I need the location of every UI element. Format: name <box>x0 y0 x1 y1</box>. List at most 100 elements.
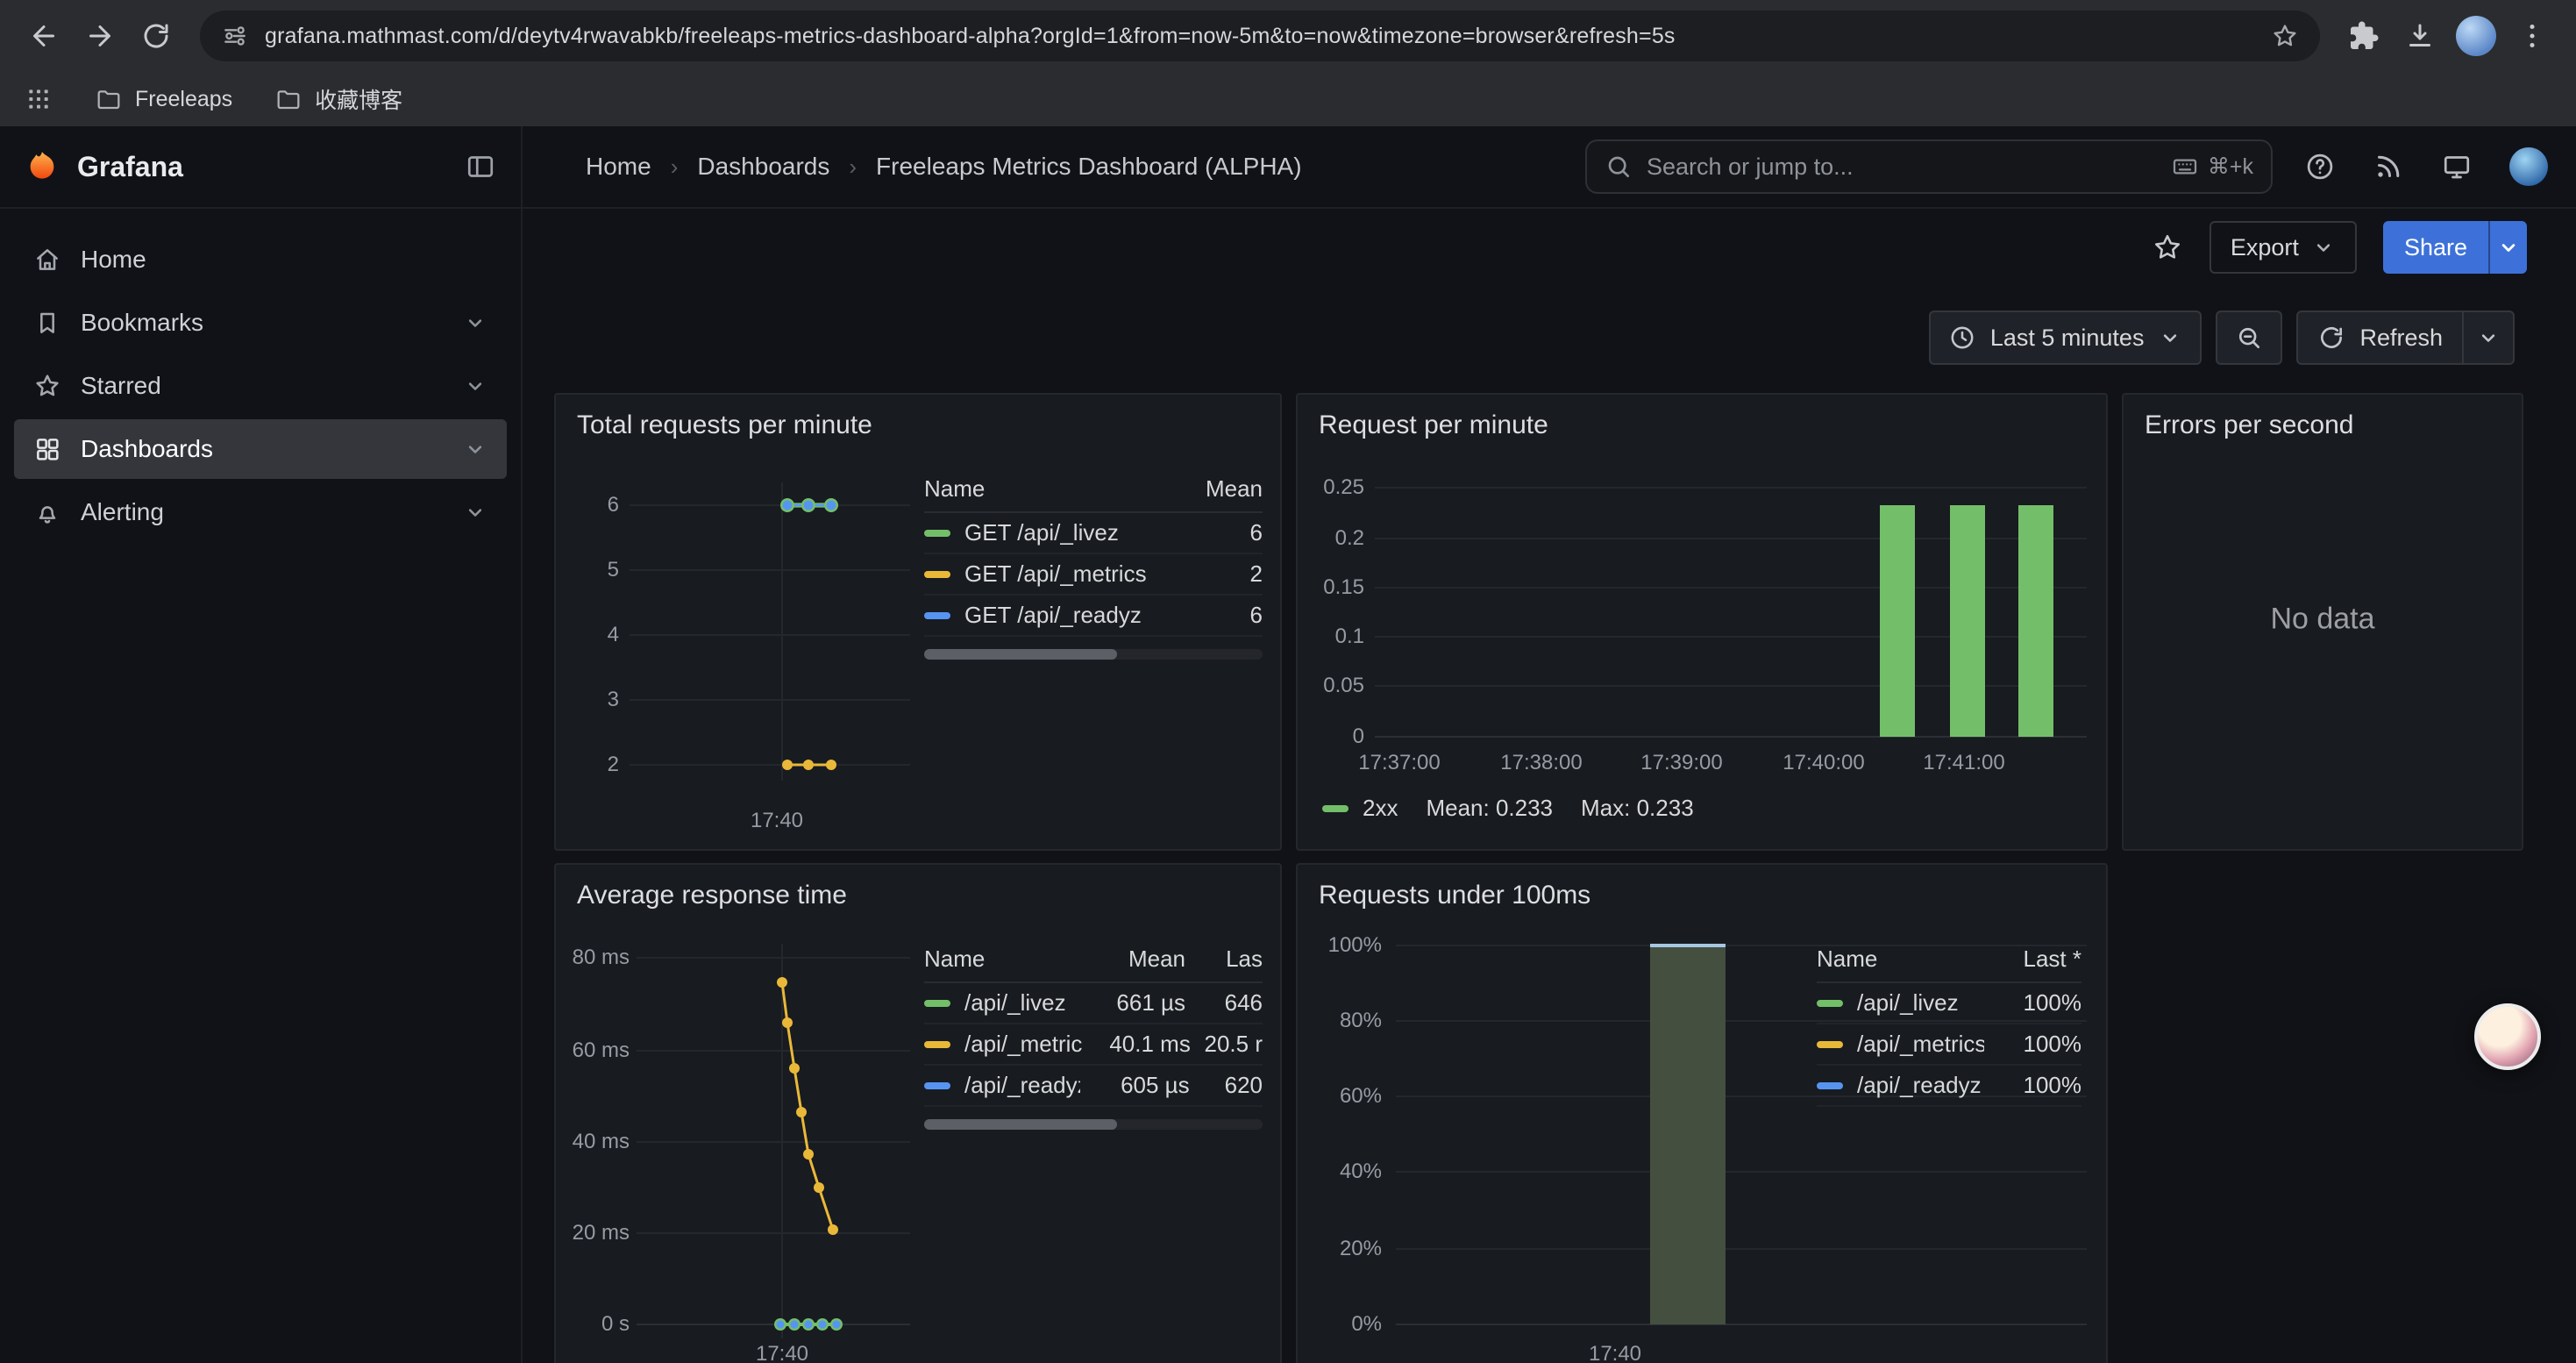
legend-header-name[interactable]: Name <box>1817 946 1983 973</box>
user-avatar[interactable] <box>2509 147 2548 186</box>
no-data-message: No data <box>2124 602 2522 636</box>
star-outline-icon <box>2152 232 2183 263</box>
legend-row[interactable]: /api/_metrics 40.1 ms 20.5 r <box>924 1024 1263 1066</box>
screen: grafana.mathmast.com/d/deytv4rwavabkb/fr… <box>0 0 2576 1363</box>
series-swatch-blue <box>1817 1082 1843 1089</box>
grafana-logo[interactable] <box>25 149 60 184</box>
panel-requests-under-100ms[interactable]: Requests under 100ms 100% 80% 60% 40% 20… <box>1296 863 2108 1363</box>
apps-grid-icon[interactable] <box>25 85 53 113</box>
assistant-avatar[interactable] <box>2474 1003 2541 1070</box>
time-range-label: Last 5 minutes <box>1990 325 2145 352</box>
series-name[interactable]: /api/_livez <box>964 989 1066 1017</box>
bookmark-folder-freeleaps[interactable]: Freeleaps <box>95 85 232 113</box>
reload-button[interactable] <box>130 10 182 62</box>
panel-errors-per-second[interactable]: Errors per second No data <box>2122 393 2523 851</box>
topbar-icons <box>2304 147 2548 186</box>
series-last: 100% <box>1983 989 2081 1017</box>
sidebar-item-alerting[interactable]: Alerting <box>14 482 507 542</box>
chevron-down-icon <box>2311 235 2336 260</box>
legend-table: Name Mean GET /api/_livez 6 GET /api/_me… <box>924 475 1263 660</box>
legend-row[interactable]: /api/_metrics 100% <box>1817 1024 2081 1066</box>
legend-row[interactable]: GET /api/_livez 6 <box>924 513 1263 554</box>
legend-scrollbar-thumb[interactable] <box>924 649 1117 660</box>
refresh-sync-icon <box>2317 324 2345 352</box>
legend-header-mean[interactable]: Mean <box>1157 475 1263 503</box>
export-button[interactable]: Export <box>2210 221 2357 274</box>
series-name[interactable]: /api/_metrics <box>964 1031 1083 1058</box>
panel-average-response-time[interactable]: Average response time 80 ms 60 ms 40 ms … <box>554 863 1282 1363</box>
back-button[interactable] <box>18 10 70 62</box>
chart-requests-under-100ms: 100% 80% 60% 40% 20% 0% 17:40 <box>1298 865 2106 1363</box>
forward-icon <box>84 20 116 52</box>
sidebar-item-dashboards[interactable]: Dashboards <box>14 419 507 479</box>
help-icon[interactable] <box>2304 151 2336 182</box>
sidebar-collapse-icon[interactable] <box>465 151 496 182</box>
legend-row[interactable]: /api/_readyz 100% <box>1817 1066 2081 1107</box>
legend-scrollbar-thumb[interactable] <box>924 1119 1117 1130</box>
bookmarks-bar: Freeleaps 收藏博客 <box>0 72 2576 126</box>
y-tick: 0.05 <box>1301 674 1364 698</box>
time-range-picker[interactable]: Last 5 minutes <box>1929 310 2202 365</box>
bookmark-folder-blogs[interactable]: 收藏博客 <box>274 83 402 115</box>
grafana-app: Grafana Home Bookmarks Starred <box>0 126 2576 1363</box>
sidebar-item-home[interactable]: Home <box>14 230 507 289</box>
legend-header-name[interactable]: Name <box>924 946 1070 973</box>
forward-button[interactable] <box>74 10 126 62</box>
sidebar-item-label: Starred <box>81 372 161 400</box>
time-controls: Last 5 minutes Refresh <box>1929 310 2515 365</box>
sidebar-item-bookmarks[interactable]: Bookmarks <box>14 293 507 353</box>
series-name[interactable]: GET /api/_metrics <box>964 560 1147 588</box>
series-name[interactable]: GET /api/_readyz <box>964 602 1142 629</box>
downloads-button[interactable] <box>2394 10 2446 62</box>
series-swatch-yellow <box>1817 1041 1843 1048</box>
legend-row[interactable]: /api/_livez 100% <box>1817 983 2081 1024</box>
breadcrumb-home[interactable]: Home <box>586 153 651 181</box>
y-tick: 60% <box>1305 1084 1382 1109</box>
y-tick: 20 ms <box>570 1221 630 1245</box>
chevron-down-icon <box>463 500 487 525</box>
url-text[interactable]: grafana.mathmast.com/d/deytv4rwavabkb/fr… <box>265 24 2255 49</box>
share-menu-button[interactable] <box>2488 221 2527 274</box>
series-name[interactable]: GET /api/_livez <box>964 519 1119 546</box>
x-tick: 17:40:00 <box>1783 751 1864 775</box>
sidebar-item-starred[interactable]: Starred <box>14 356 507 416</box>
bookmark-star-icon[interactable] <box>2271 22 2299 50</box>
legend-row[interactable]: GET /api/_readyz 6 <box>924 596 1263 637</box>
panel-total-requests[interactable]: Total requests per minute 6 5 4 3 2 17:4… <box>554 393 1282 851</box>
y-tick: 0.1 <box>1301 624 1364 649</box>
news-rss-icon[interactable] <box>2373 151 2404 182</box>
legend-header-name[interactable]: Name <box>924 475 1157 503</box>
site-settings-icon[interactable] <box>221 22 249 50</box>
extensions-button[interactable] <box>2338 10 2390 62</box>
refresh-interval-button[interactable] <box>2462 312 2513 363</box>
legend-header: Name Last * <box>1817 946 2081 983</box>
legend-header-last[interactable]: Las <box>1185 946 1263 973</box>
search-input[interactable]: Search or jump to... ⌘+k <box>1585 139 2273 194</box>
breadcrumb-dashboards[interactable]: Dashboards <box>697 153 829 181</box>
series-name[interactable]: /api/_metrics <box>1857 1031 1984 1058</box>
y-tick: 80% <box>1305 1009 1382 1033</box>
series-name[interactable]: /api/_livez <box>1857 989 1959 1017</box>
breadcrumb-separator: › <box>671 153 679 181</box>
favorite-dashboard-button[interactable] <box>2152 232 2183 263</box>
browser-menu-button[interactable] <box>2506 10 2558 62</box>
series-name[interactable]: /api/_readyz <box>1857 1072 1982 1099</box>
panel-request-per-minute[interactable]: Request per minute 0.25 0.2 0.15 0.1 0.0… <box>1296 393 2108 851</box>
series-swatch-green <box>1817 1000 1843 1007</box>
series-name[interactable]: /api/_readyz <box>964 1072 1080 1099</box>
x-tick: 17:39:00 <box>1640 751 1722 775</box>
refresh-button[interactable]: Refresh <box>2298 312 2462 363</box>
series-name[interactable]: 2xx <box>1363 795 1398 822</box>
legend-row[interactable]: /api/_readyz 605 µs 620 <box>924 1066 1263 1107</box>
zoom-out-button[interactable] <box>2216 310 2282 365</box>
legend-row[interactable]: /api/_livez 661 µs 646 <box>924 983 1263 1024</box>
legend-header-last[interactable]: Last * <box>1983 946 2081 973</box>
monitor-icon[interactable] <box>2441 151 2473 182</box>
legend-row[interactable]: GET /api/_metrics 2 <box>924 554 1263 596</box>
profile-button[interactable] <box>2450 10 2502 62</box>
address-bar[interactable]: grafana.mathmast.com/d/deytv4rwavabkb/fr… <box>200 11 2320 61</box>
share-button[interactable]: Share <box>2383 221 2488 274</box>
series-swatch-yellow <box>924 571 950 578</box>
legend-series-2xx[interactable]: 2xx <box>1322 795 1398 822</box>
legend-header-mean[interactable]: Mean <box>1070 946 1185 973</box>
